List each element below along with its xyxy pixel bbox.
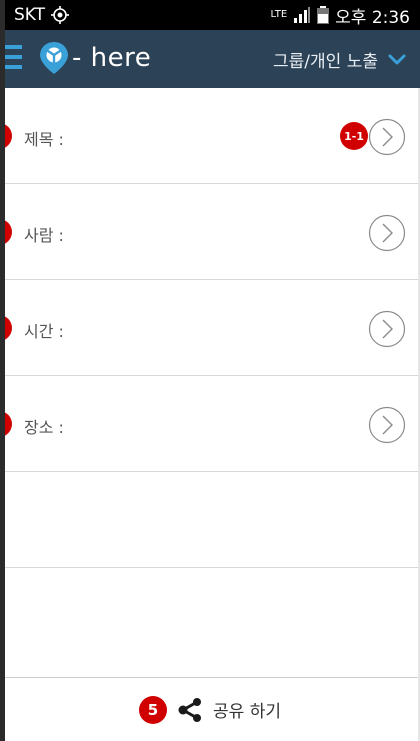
chevron-down-icon [388, 54, 406, 64]
chevron-right-circle-icon[interactable] [368, 118, 406, 156]
signal-icon [294, 7, 311, 23]
visibility-dropdown-label: 그룹/개인 노출 [273, 52, 378, 72]
title-row-label: 제목 : [24, 130, 64, 149]
menu-icon[interactable] [4, 45, 24, 73]
location-pin-logo-icon [40, 42, 68, 74]
time-row-label: 시간 : [24, 322, 64, 341]
title-row[interactable]: 1 제목 : 1-1 [0, 88, 420, 184]
share-label: 공유 하기 [213, 702, 281, 722]
chevron-right-circle-icon[interactable] [368, 406, 406, 444]
people-row[interactable]: 2 사람 : [0, 184, 420, 280]
share-icon [178, 697, 202, 722]
status-left: SKT [14, 5, 70, 25]
app-header: - here 그룹/개인 노출 [0, 30, 420, 88]
status-bar: SKT LTE 오후 2:36 [0, 0, 420, 30]
step-badge-1-1: 1-1 [340, 122, 368, 150]
share-bar: 5 공유 하기 [0, 678, 420, 741]
empty-row [0, 472, 420, 568]
clock-label: 오후 2:36 [335, 7, 410, 28]
network-type-label: LTE [270, 9, 288, 20]
logo-text: - here [72, 43, 152, 73]
share-button[interactable]: 5 공유 하기 [139, 695, 281, 724]
place-row-label: 장소 : [24, 418, 64, 437]
carrier-label: SKT [14, 5, 46, 25]
chevron-right-circle-icon[interactable] [368, 310, 406, 348]
app-logo: - here [38, 40, 151, 76]
place-row[interactable]: 4 장소 : [0, 376, 420, 472]
battery-icon [317, 6, 330, 24]
form-list: 1 제목 : 1-1 2 사람 : 3 시간 : 4 장소 : [0, 88, 420, 472]
people-row-label: 사람 : [24, 226, 64, 245]
left-frame-edge [0, 0, 5, 741]
visibility-dropdown[interactable]: 그룹/개인 노출 [273, 47, 406, 72]
time-row[interactable]: 3 시간 : [0, 280, 420, 376]
gps-icon [51, 6, 70, 24]
chevron-right-circle-icon[interactable] [368, 214, 406, 252]
status-right: LTE 오후 2:36 [271, 3, 410, 28]
step-badge-5: 5 [139, 695, 168, 724]
empty-area [0, 568, 420, 678]
